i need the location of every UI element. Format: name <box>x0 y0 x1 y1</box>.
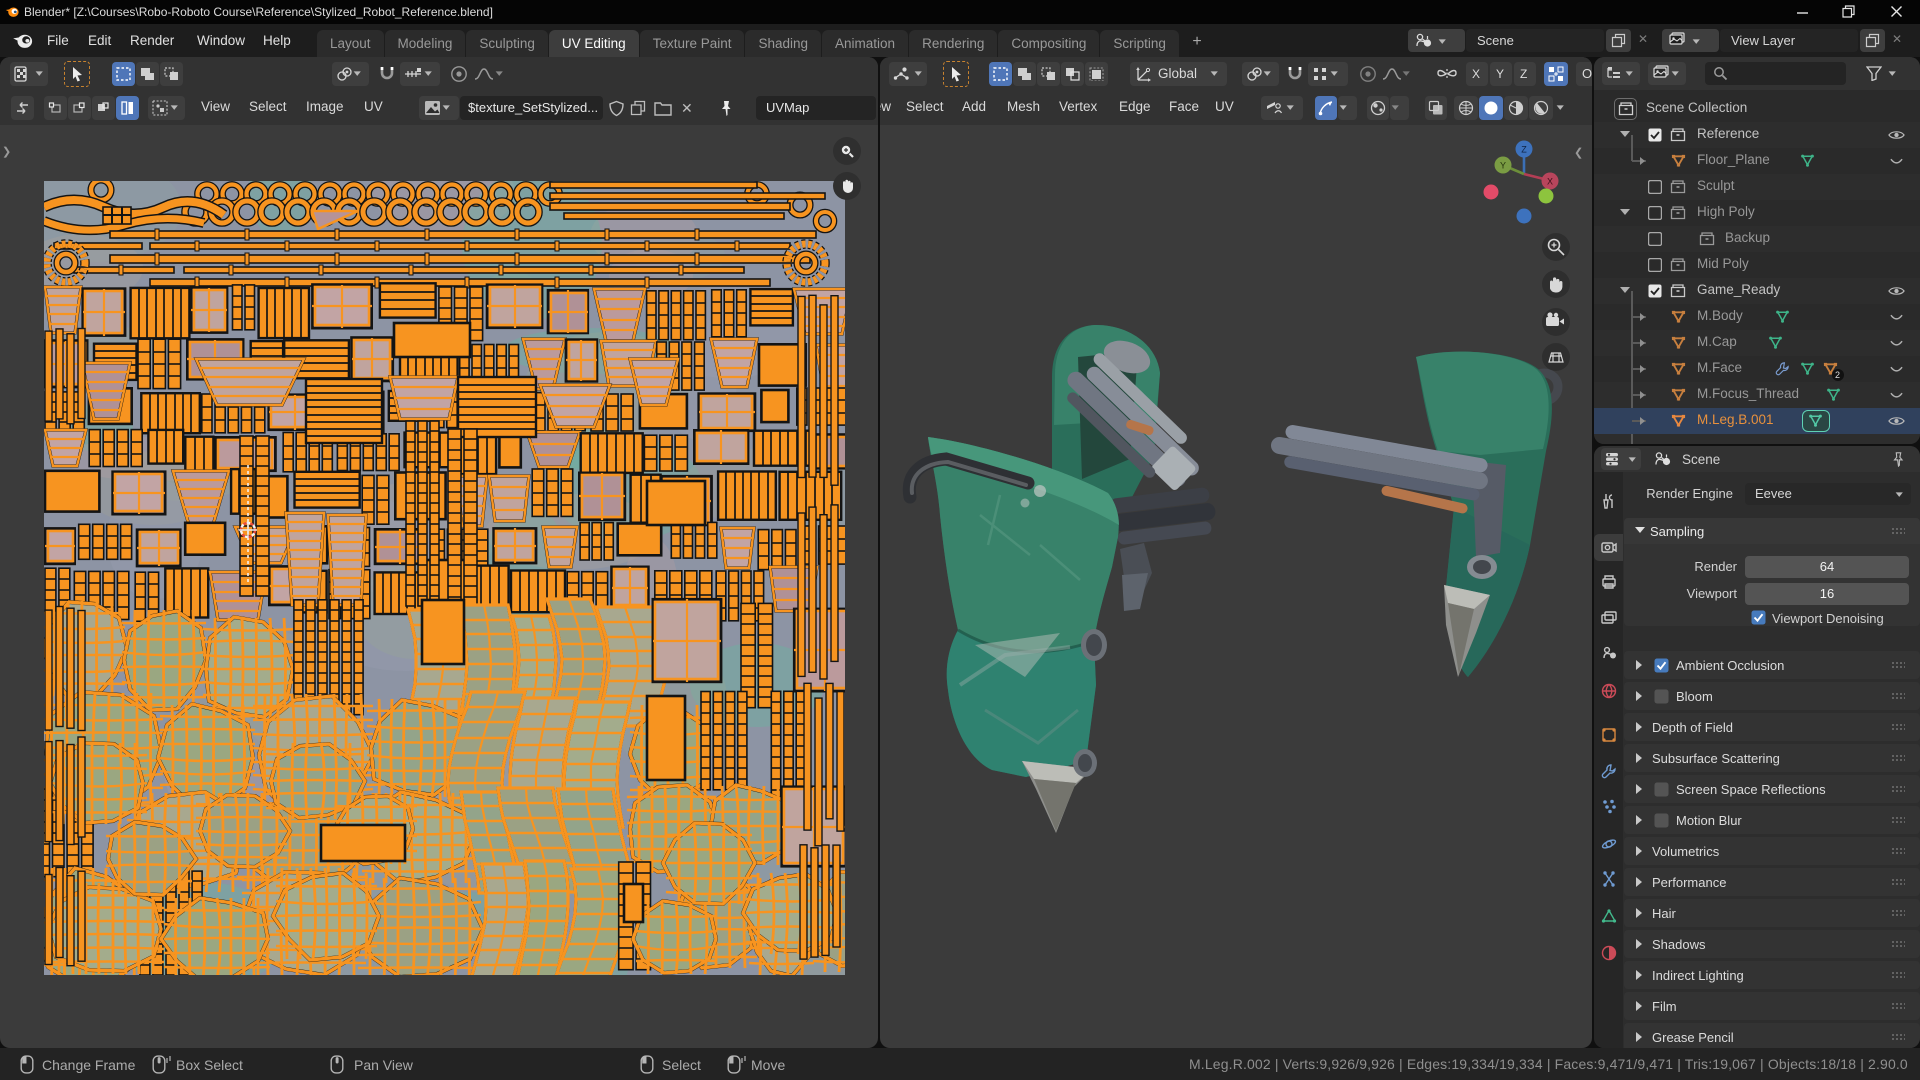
svg-text:❮: ❮ <box>1574 147 1583 159</box>
svg-text:Z: Z <box>1521 145 1527 155</box>
svg-text:X: X <box>1547 177 1553 187</box>
svg-text:Y: Y <box>1500 161 1506 171</box>
